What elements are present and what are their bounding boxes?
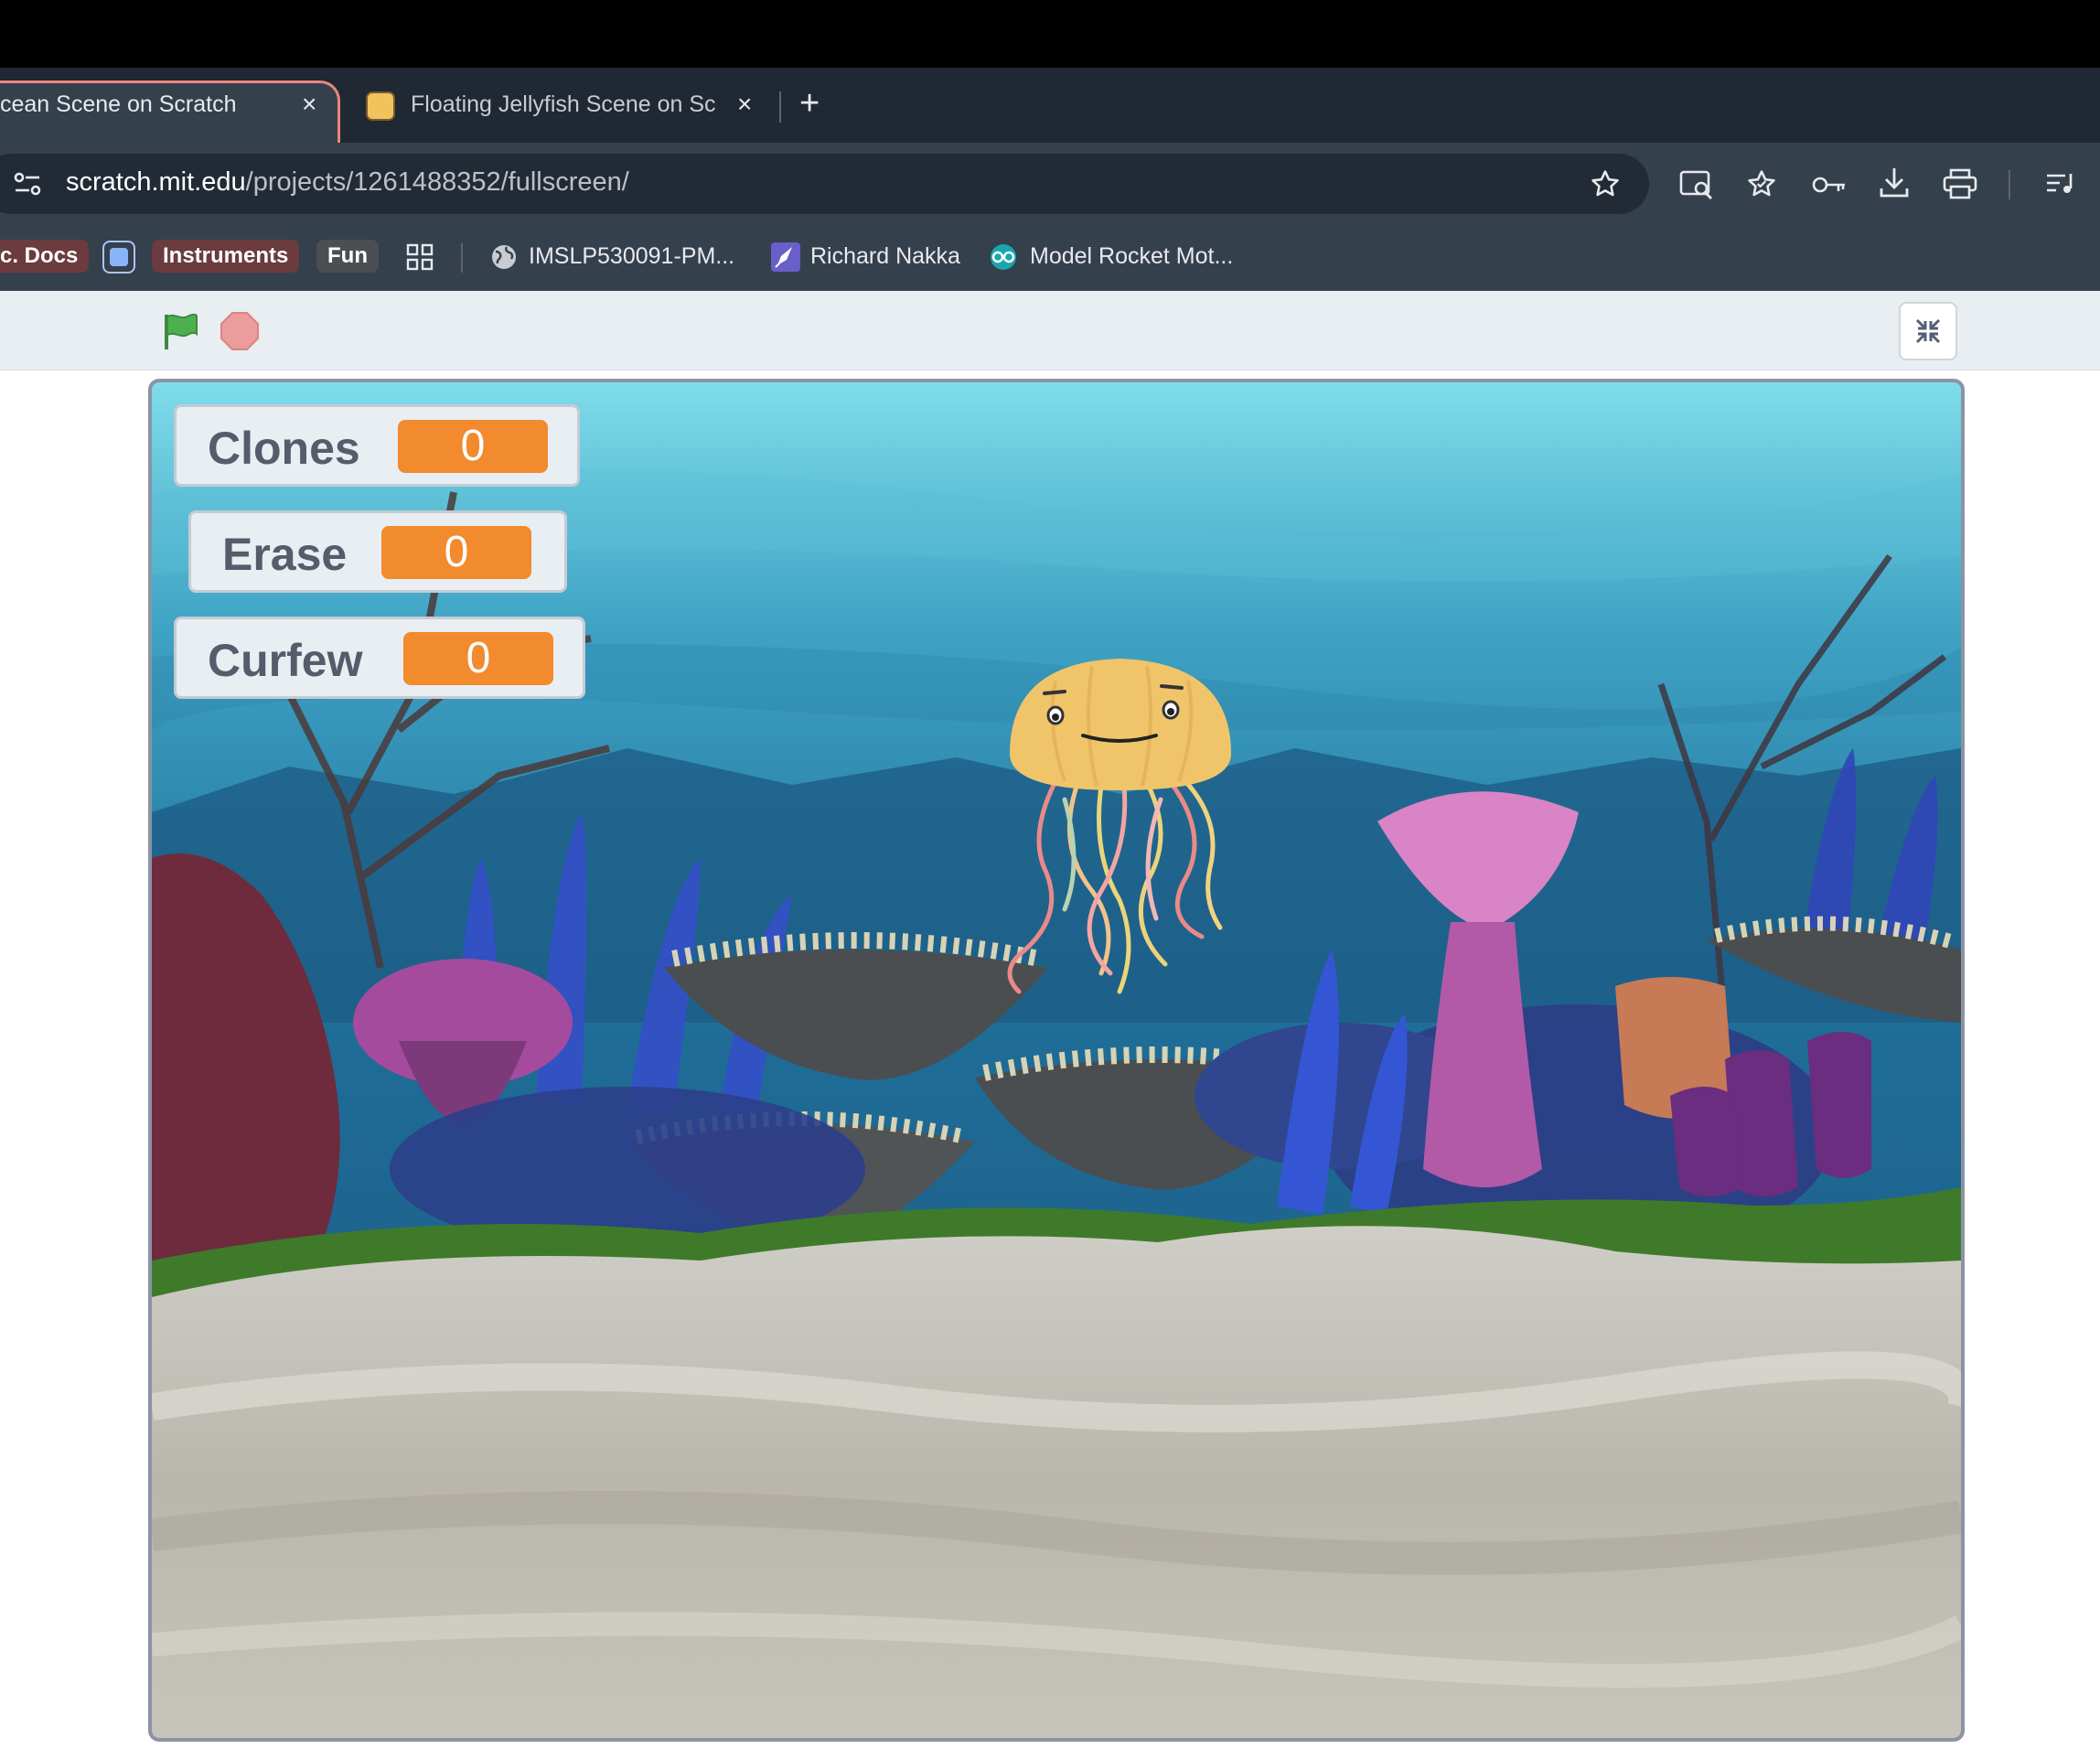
search-page-icon[interactable] bbox=[1679, 168, 1714, 201]
bookmark-star-icon[interactable] bbox=[1745, 168, 1778, 199]
green-flag-icon[interactable] bbox=[161, 311, 201, 351]
globe-icon bbox=[492, 245, 516, 269]
password-key-icon[interactable] bbox=[1811, 172, 1848, 198]
toolbar-divider bbox=[2009, 170, 2010, 199]
app-bookmark-icon[interactable] bbox=[102, 241, 135, 274]
monitor-value: 0 bbox=[398, 420, 548, 473]
variable-monitor-curfew[interactable]: Curfew 0 bbox=[174, 617, 585, 699]
stop-icon[interactable] bbox=[220, 311, 260, 351]
rocket-icon bbox=[771, 242, 800, 272]
unfullscreen-icon bbox=[1915, 318, 1941, 344]
bookmark-divider bbox=[461, 243, 463, 273]
stage[interactable]: Clones 0 Erase 0 Curfew 0 bbox=[148, 379, 1965, 1742]
scratch-favicon-icon bbox=[366, 91, 395, 121]
site-info-icon[interactable] bbox=[13, 170, 42, 198]
apps-grid-icon[interactable] bbox=[406, 243, 434, 271]
bookmark-folder-docs[interactable]: c. Docs bbox=[0, 240, 90, 273]
bookmark-folder-instruments[interactable]: Instruments bbox=[152, 240, 300, 273]
exit-fullscreen-button[interactable] bbox=[1899, 302, 1957, 360]
bookmark-imslp[interactable]: IMSLP530091-PM... bbox=[529, 243, 734, 270]
url-text[interactable]: scratch.mit.edu/projects/1261488352/full… bbox=[66, 167, 629, 198]
monitor-label: Curfew bbox=[208, 635, 363, 686]
monitor-value: 0 bbox=[381, 526, 531, 579]
tab-close-icon[interactable]: × bbox=[737, 91, 752, 117]
star-icon[interactable] bbox=[1590, 168, 1621, 199]
variable-monitor-clones[interactable]: Clones 0 bbox=[174, 404, 580, 487]
jellyfish-sprite[interactable] bbox=[991, 653, 1257, 1001]
variable-monitor-erase[interactable]: Erase 0 bbox=[188, 510, 567, 593]
new-tab-button[interactable]: + bbox=[799, 86, 820, 121]
url-host: scratch.mit.edu bbox=[66, 167, 246, 197]
bookmark-richard-nakka[interactable]: Richard Nakka bbox=[810, 243, 960, 270]
monitor-label: Clones bbox=[208, 423, 360, 474]
tab-close-icon[interactable]: × bbox=[302, 91, 316, 117]
os-menubar bbox=[0, 0, 2100, 68]
bookmark-folder-fun[interactable]: Fun bbox=[316, 240, 379, 273]
tab-label-active: cean Scene on Scratch bbox=[0, 91, 237, 117]
download-icon[interactable] bbox=[1879, 166, 1910, 199]
monitor-value: 0 bbox=[403, 632, 553, 685]
tab-label-inactive[interactable]: Floating Jellyfish Scene on Sc bbox=[411, 91, 717, 118]
bookmark-model-rocket[interactable]: Model Rocket Mot... bbox=[1030, 243, 1233, 270]
print-icon[interactable] bbox=[1943, 168, 1977, 199]
url-path: /projects/1261488352/fullscreen/ bbox=[245, 167, 629, 197]
tab-divider bbox=[779, 91, 781, 123]
player-controls-bar bbox=[0, 291, 2100, 370]
reading-list-icon[interactable] bbox=[2045, 170, 2076, 198]
monitor-label: Erase bbox=[222, 529, 348, 580]
arduino-icon bbox=[991, 244, 1016, 270]
